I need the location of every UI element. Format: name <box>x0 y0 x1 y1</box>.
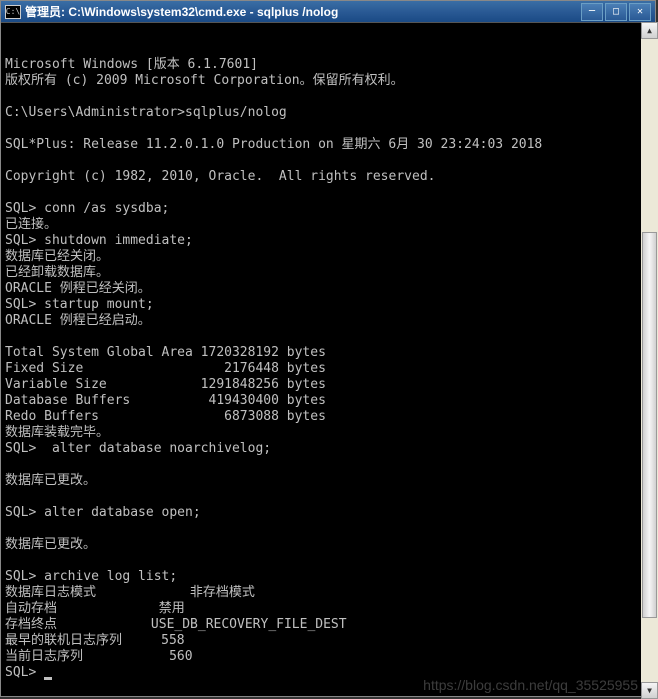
terminal-line: 最早的联机日志序列 558 <box>5 633 651 649</box>
terminal-line: Variable Size 1291848256 bytes <box>5 377 651 393</box>
terminal-line: Database Buffers 419430400 bytes <box>5 393 651 409</box>
terminal-line: Microsoft Windows [版本 6.1.7601] <box>5 57 651 73</box>
terminal-line: 数据库日志模式 非存档模式 <box>5 585 651 601</box>
cursor <box>44 677 52 680</box>
cmd-icon: C:\ <box>5 5 21 19</box>
scroll-track[interactable] <box>641 39 658 682</box>
terminal-line: Redo Buffers 6873088 bytes <box>5 409 651 425</box>
terminal-line: SQL> conn /as sysdba; <box>5 201 651 217</box>
terminal-line: Copyright (c) 1982, 2010, Oracle. All ri… <box>5 169 651 185</box>
terminal-line <box>5 185 651 201</box>
terminal-line <box>5 489 651 505</box>
terminal-line <box>5 553 651 569</box>
terminal-line: SQL> alter database noarchivelog; <box>5 441 651 457</box>
terminal-line: 已连接。 <box>5 217 651 233</box>
cmd-window: C:\ 管理员: C:\Windows\system32\cmd.exe - s… <box>0 0 656 697</box>
scroll-up-button[interactable]: ▲ <box>641 22 658 39</box>
terminal-line: SQL> startup mount; <box>5 297 651 313</box>
terminal-line: Fixed Size 2176448 bytes <box>5 361 651 377</box>
terminal-line: 数据库已经关闭。 <box>5 249 651 265</box>
window-title: 管理员: C:\Windows\system32\cmd.exe - sqlpl… <box>25 3 581 20</box>
terminal-line: 已经卸载数据库。 <box>5 265 651 281</box>
terminal-line: ORACLE 例程已经启动。 <box>5 313 651 329</box>
terminal-line: SQL> alter database open; <box>5 505 651 521</box>
terminal-line: 版权所有 (c) 2009 Microsoft Corporation。保留所有… <box>5 73 651 89</box>
terminal-line <box>5 121 651 137</box>
terminal-line: 数据库装载完毕。 <box>5 425 651 441</box>
terminal-line: 当前日志序列 560 <box>5 649 651 665</box>
maximize-button[interactable]: □ <box>605 3 627 21</box>
terminal-line: 自动存档 禁用 <box>5 601 651 617</box>
window-controls: ─ □ ✕ <box>581 3 651 21</box>
terminal-line <box>5 153 651 169</box>
scroll-thumb[interactable] <box>642 232 657 618</box>
terminal-line: C:\Users\Administrator>sqlplus/nolog <box>5 105 651 121</box>
minimize-button[interactable]: ─ <box>581 3 603 21</box>
terminal-line: SQL*Plus: Release 11.2.0.1.0 Production … <box>5 137 651 153</box>
watermark-text: https://blog.csdn.net/qq_35525955 <box>423 677 638 693</box>
terminal-line <box>5 329 651 345</box>
terminal-line: SQL> shutdown immediate; <box>5 233 651 249</box>
titlebar: C:\ 管理员: C:\Windows\system32\cmd.exe - s… <box>1 1 655 23</box>
scroll-down-button[interactable]: ▼ <box>641 682 658 699</box>
vertical-scrollbar: ▲ ▼ <box>641 22 658 699</box>
terminal-line <box>5 457 651 473</box>
terminal-line: Total System Global Area 1720328192 byte… <box>5 345 651 361</box>
terminal-line <box>5 89 651 105</box>
terminal-line <box>5 521 651 537</box>
terminal-line: ORACLE 例程已经关闭。 <box>5 281 651 297</box>
terminal-line: SQL> archive log list; <box>5 569 651 585</box>
close-button[interactable]: ✕ <box>629 3 651 21</box>
terminal-line: 数据库已更改。 <box>5 473 651 489</box>
terminal-line: 存档终点 USE_DB_RECOVERY_FILE_DEST <box>5 617 651 633</box>
terminal-line: 数据库已更改。 <box>5 537 651 553</box>
terminal-area[interactable]: Microsoft Windows [版本 6.1.7601]版权所有 (c) … <box>1 23 655 696</box>
